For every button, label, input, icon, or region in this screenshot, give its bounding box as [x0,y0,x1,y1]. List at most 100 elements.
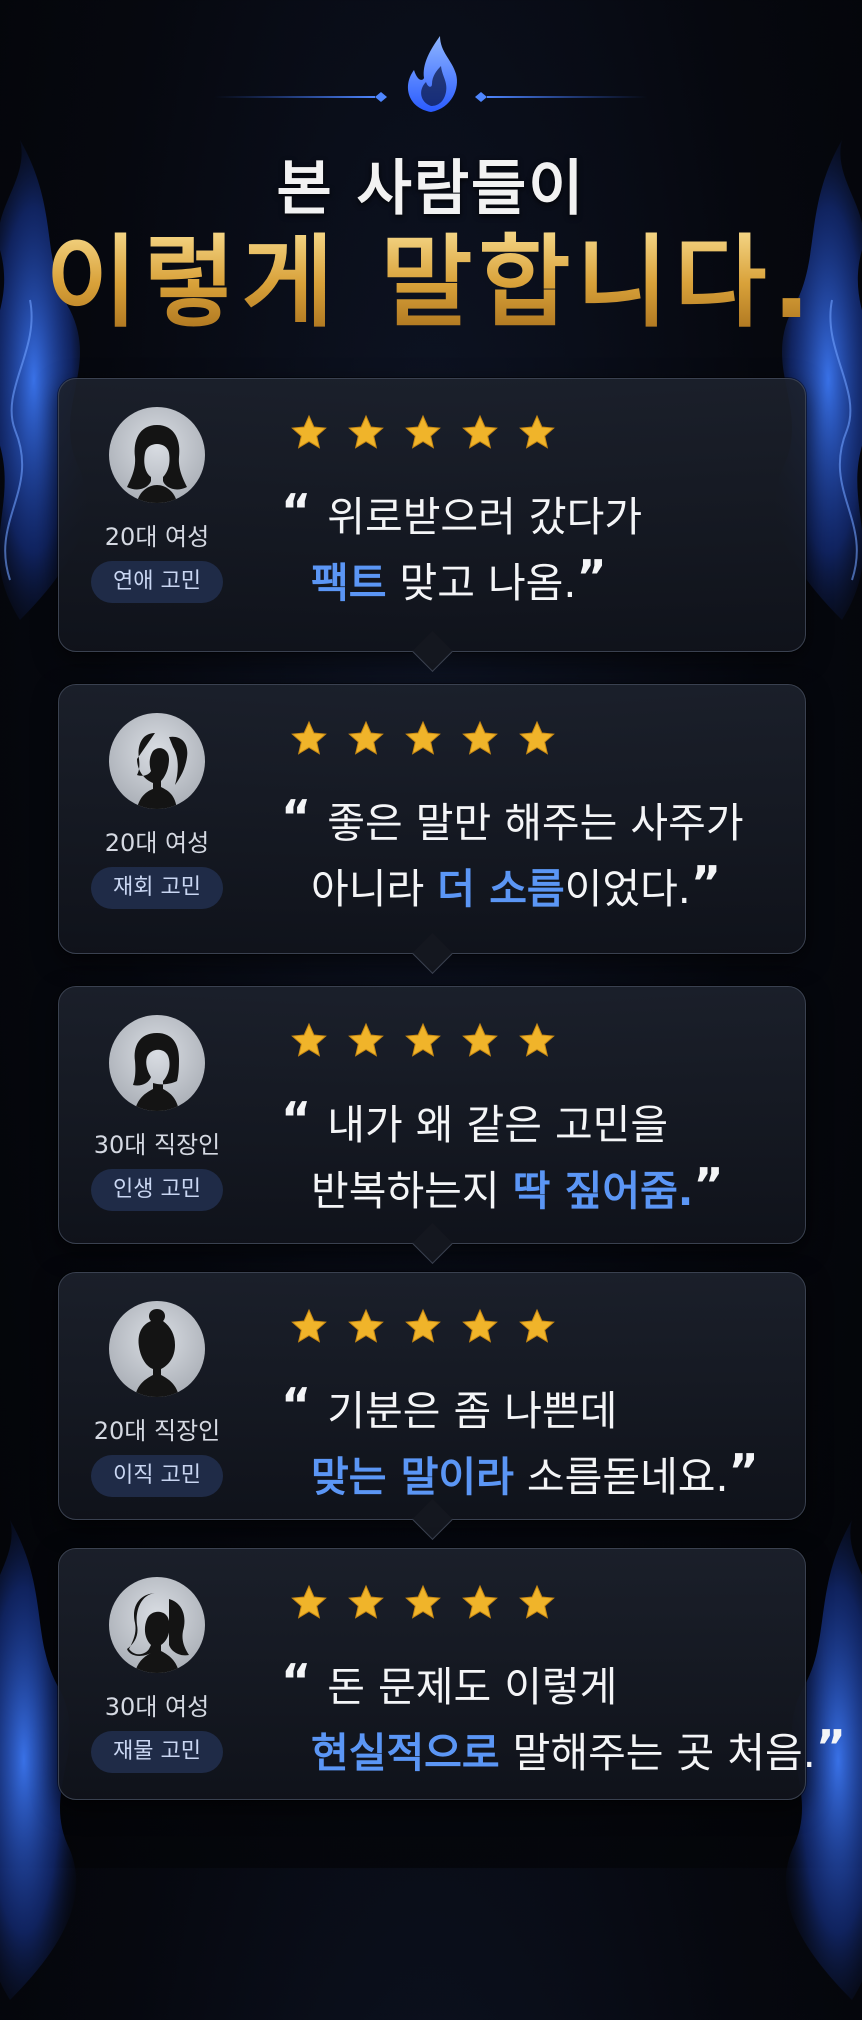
woman-short-hair-silhouette-icon [133,1033,179,1111]
reviewer-demographic: 30대 직장인 [93,1131,221,1159]
speech-notch [411,630,454,673]
star-icon [346,1307,386,1347]
star-icon [403,1583,443,1623]
reviewer-demographic: 20대 여성 [104,829,210,857]
avatar [109,1577,205,1673]
quote-text: 말해주는 곳 처음. [499,1729,816,1777]
close-quote-mark: ” [690,856,722,910]
quote-line-2: 팩트 맞고 나옴.” [281,547,785,613]
star-icon [517,1307,557,1347]
review-quote: “ 위로받으러 갔다가 팩트 맞고 나옴.” [281,481,785,613]
star-icon [346,719,386,759]
star-icon [460,1307,500,1347]
star-icon [289,413,329,453]
review-card: 20대 직장인 이직 고민 “ 기분은 좀 나쁜데 맞는 말이라 소름돋네요.” [58,1272,806,1541]
concern-tag: 연애 고민 [91,561,223,603]
star-icon [517,1021,557,1061]
review-quote: “ 내가 왜 같은 고민을 반복하는지 딱 짚어줌.” [281,1089,785,1221]
review-quote: “ 돈 문제도 이렇게 현실적으로 말해주는 곳 처음.” [281,1651,846,1783]
star-icon [346,413,386,453]
highlighted-text: 팩트 [311,559,387,607]
woman-ponytail-silhouette-icon [137,733,188,809]
speech-notch [411,932,454,975]
quote-text: 맞고 나옴. [386,559,577,607]
reviewer-demographic: 30대 여성 [104,1693,210,1721]
open-quote-mark: “ [281,1654,328,1708]
close-quote-mark: ” [693,1158,724,1212]
star-icon [517,719,557,759]
avatar [109,713,205,809]
star-icon [346,1021,386,1061]
star-icon [289,1307,329,1347]
page-title-line1: 본 사람들이 [276,154,586,224]
review-card: 30대 직장인 인생 고민 “ 내가 왜 같은 고민을 반복하는지 딱 짚어줌.” [58,986,806,1265]
star-icon [403,1021,443,1061]
review-card: 30대 여성 재물 고민 “ 돈 문제도 이렇게 현실적으로 말해주는 곳 처음.” [58,1548,846,1800]
star-icon [346,1583,386,1623]
quote-text: 돈 문제도 이렇게 [327,1663,618,1711]
star-icon [460,1021,500,1061]
quote-text: 위로받으러 갔다가 [327,493,643,541]
star-icon [403,719,443,759]
concern-tag: 재회 고민 [91,867,223,909]
star-rating [289,719,574,763]
highlighted-text: 현실적으로 [311,1729,500,1777]
star-rating [289,1307,574,1351]
star-icon [289,719,329,759]
star-rating [289,1583,574,1627]
close-quote-mark: ” [576,550,607,604]
quote-text: 이었다. [564,865,691,913]
star-icon [460,719,500,759]
quote-line-1: “ 좋은 말만 해주는 사주가 [281,787,785,853]
quote-line-2: 아니라 더 소름이었다.” [281,853,785,919]
avatar [109,1015,205,1111]
quote-line-2: 맞는 말이라 소름돋네요.” [281,1441,785,1507]
star-icon [403,1307,443,1347]
highlighted-text: 더 소름 [437,865,565,913]
close-quote-mark: ” [728,1444,759,1498]
quote-line-2: 반복하는지 딱 짚어줌.” [281,1155,785,1221]
highlighted-text: 맞는 말이라 [311,1453,514,1501]
review-card: 20대 여성 연애 고민 “ 위로받으러 갔다가 팩트 맞고 나옴.” [58,378,806,673]
highlighted-text: 딱 짚어줌. [512,1167,694,1215]
concern-tag: 인생 고민 [91,1169,223,1211]
quote-text: 반복하는지 [311,1167,513,1215]
quote-line-1: “ 돈 문제도 이렇게 [281,1651,785,1717]
woman-wavy-hair-silhouette-icon [127,1593,189,1673]
star-icon [289,1021,329,1061]
close-quote-mark: ” [815,1720,847,1774]
star-icon [517,413,557,453]
open-quote-mark: “ [281,1378,328,1432]
quote-text: 아니라 [311,865,438,913]
reviewer-demographic: 20대 직장인 [93,1417,221,1445]
speech-notch [411,1222,454,1265]
open-quote-mark: “ [281,484,328,538]
star-icon [517,1583,557,1623]
review-card: 20대 여성 재회 고민 “ 좋은 말만 해주는 사주가 아니라 더 소름이었다.” [58,684,806,975]
quote-text: 기분은 좀 나쁜데 [327,1387,618,1435]
quote-line-1: “ 위로받으러 갔다가 [281,481,785,547]
star-rating [289,1021,574,1065]
top-flame-divider [215,36,647,112]
woman-bun-silhouette-icon [135,1309,179,1397]
star-icon [460,413,500,453]
open-quote-mark: “ [281,790,328,844]
avatar [109,1301,205,1397]
quote-text: 내가 왜 같은 고민을 [327,1101,669,1149]
reviewer-demographic: 20대 여성 [104,523,210,551]
concern-tag: 이직 고민 [91,1455,223,1497]
quote-text: 소름돋네요. [513,1453,729,1501]
review-quote: “ 좋은 말만 해주는 사주가 아니라 더 소름이었다.” [281,787,785,919]
star-icon [460,1583,500,1623]
flame-icon [407,36,457,112]
avatar [109,407,205,503]
open-quote-mark: “ [281,1092,328,1146]
concern-tag: 재물 고민 [91,1731,223,1773]
woman-long-hair-silhouette-icon [127,425,187,503]
review-quote: “ 기분은 좀 나쁜데 맞는 말이라 소름돋네요.” [281,1375,785,1507]
quote-line-2: 현실적으로 말해주는 곳 처음.” [281,1717,846,1783]
quote-text: 좋은 말만 해주는 사주가 [327,799,744,847]
star-rating [289,413,574,457]
quote-line-1: “ 기분은 좀 나쁜데 [281,1375,785,1441]
quote-line-1: “ 내가 왜 같은 고민을 [281,1089,785,1155]
